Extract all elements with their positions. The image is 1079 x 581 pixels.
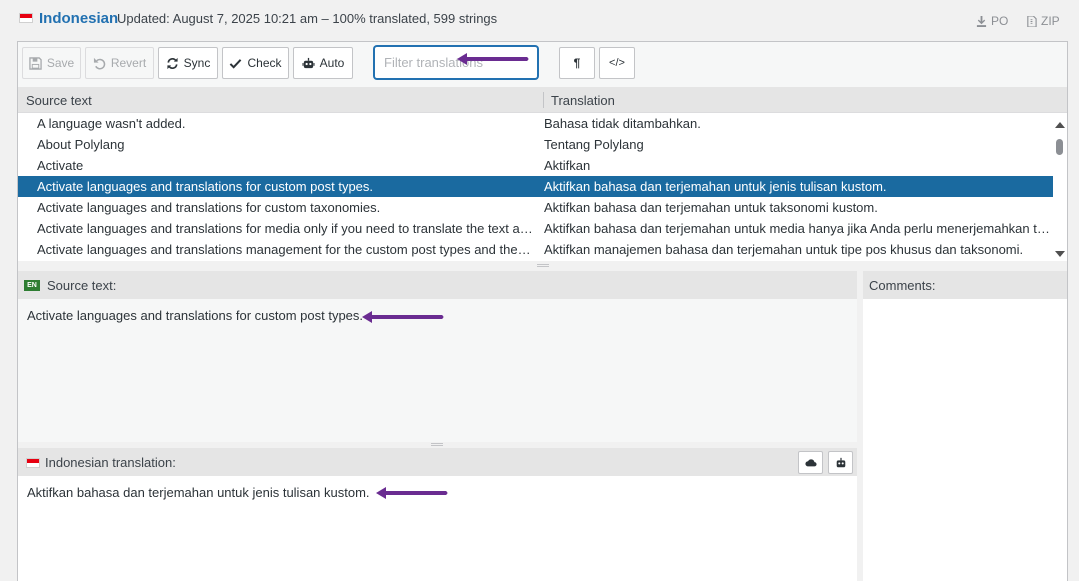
indonesia-flag-icon: [19, 13, 33, 23]
revert-label: Revert: [110, 56, 147, 70]
list-scrollbar[interactable]: [1053, 113, 1067, 261]
source-pane-header: EN Source text:: [18, 271, 857, 299]
column-resizer[interactable]: [543, 92, 544, 108]
annotation-arrow-icon: [362, 311, 444, 323]
row-translation: Aktifkan: [544, 158, 591, 173]
floppy-icon: [29, 56, 42, 70]
english-badge: EN: [24, 280, 40, 291]
row-translation: Aktifkan bahasa dan terjemahan untuk jen…: [544, 179, 887, 194]
check-button[interactable]: Check: [222, 47, 289, 79]
table-row[interactable]: Activate languages and translations for …: [18, 197, 1053, 218]
revert-button[interactable]: Revert: [85, 47, 154, 79]
undo-icon: [93, 57, 106, 69]
row-source: Activate: [37, 158, 84, 173]
table-row[interactable]: Activate languages and translations mana…: [18, 239, 1053, 260]
translation-pane-label: Indonesian translation:: [45, 455, 176, 470]
source-text: Activate languages and translations for …: [27, 308, 364, 323]
sync-button[interactable]: Sync: [158, 47, 218, 79]
save-button[interactable]: Save: [22, 47, 81, 79]
table-row[interactable]: About Polylang Tentang Polylang: [18, 134, 1053, 155]
sync-icon: [167, 57, 178, 69]
header: Indonesian Updated: August 7, 2025 10:21…: [0, 0, 1079, 38]
source-pane-label: Source text:: [47, 278, 117, 293]
comments-pane-label: Comments:: [869, 278, 936, 293]
download-icon: [976, 15, 987, 27]
robot-button[interactable]: [828, 451, 853, 474]
row-source: Activate languages and translations for …: [37, 179, 374, 194]
cloud-button[interactable]: [798, 451, 823, 474]
toolbar: Save Revert Sync Check Auto ¶ </>: [18, 42, 1067, 87]
translation-pane-header: Indonesian translation:: [18, 448, 857, 476]
language-title[interactable]: Indonesian: [39, 10, 118, 27]
scroll-down-icon[interactable]: [1055, 251, 1065, 257]
auto-label: Auto: [319, 56, 345, 70]
translation-column-header[interactable]: Translation: [551, 93, 615, 108]
row-translation: Aktifkan bahasa dan terjemahan untuk med…: [544, 221, 1052, 236]
pilcrow-icon: ¶: [573, 56, 581, 70]
cloud-icon: [804, 458, 817, 466]
robot-icon: [302, 57, 315, 68]
download-po-link[interactable]: PO: [976, 14, 1008, 28]
table-row[interactable]: A language wasn't added. Bahasa tidak dit…: [18, 113, 1053, 134]
row-source: Activate languages and translations for …: [37, 200, 381, 215]
table-row[interactable]: Activate Aktifkan: [18, 155, 1053, 176]
row-translation: Tentang Polylang: [544, 137, 644, 152]
comments-text-area[interactable]: [863, 299, 1067, 581]
sync-label: Sync: [183, 56, 211, 70]
scroll-thumb[interactable]: [1056, 139, 1063, 155]
download-po-label: PO: [991, 14, 1009, 28]
update-status: Updated: August 7, 2025 10:21 am – 100% …: [117, 11, 498, 26]
toggle-code-view-button[interactable]: </>: [599, 47, 635, 79]
annotation-arrow-icon: [376, 487, 448, 499]
code-icon: </>: [609, 57, 625, 69]
table-row-selected[interactable]: Activate languages and translations for …: [18, 176, 1053, 197]
comments-pane-header: Comments:: [863, 271, 1067, 299]
editor-panel: Save Revert Sync Check Auto ¶ </> Source…: [17, 41, 1068, 581]
row-source: About Polylang: [37, 137, 125, 152]
check-label: Check: [247, 56, 282, 70]
download-zip-link[interactable]: ZIP: [1026, 14, 1060, 28]
row-translation: Aktifkan bahasa dan terjemahan untuk tak…: [544, 200, 878, 215]
translation-text[interactable]: Aktifkan bahasa dan terjemahan untuk jen…: [27, 485, 370, 500]
row-source: Activate languages and translations for …: [37, 221, 534, 236]
indonesia-flag-icon: [26, 458, 40, 468]
row-translation: Aktifkan manajemen bahasa dan terjemahan…: [544, 242, 1024, 257]
list-header: Source text Translation: [18, 87, 1067, 113]
list-editor-splitter[interactable]: [18, 261, 1067, 271]
annotation-arrow-icon: [457, 53, 529, 65]
check-icon: [230, 58, 242, 69]
row-source: A language wasn't added.: [37, 116, 186, 131]
save-label: Save: [46, 56, 75, 70]
grip-icon: [431, 443, 443, 446]
auto-translate-button[interactable]: Auto: [293, 47, 353, 79]
source-column-header[interactable]: Source text: [26, 93, 92, 108]
download-zip-label: ZIP: [1041, 14, 1060, 28]
string-list: A language wasn't added. Bahasa tidak dit…: [18, 113, 1053, 261]
toggle-invisibles-button[interactable]: ¶: [559, 47, 595, 79]
row-translation: Bahasa tidak ditambahkan.: [544, 116, 701, 131]
row-source: Activate languages and translations mana…: [37, 242, 534, 257]
table-row[interactable]: Activate languages and translations for …: [18, 218, 1053, 239]
scroll-up-icon[interactable]: [1055, 122, 1065, 128]
grip-icon: [537, 264, 549, 267]
file-icon: [1027, 15, 1037, 27]
robot-icon: [836, 457, 845, 467]
